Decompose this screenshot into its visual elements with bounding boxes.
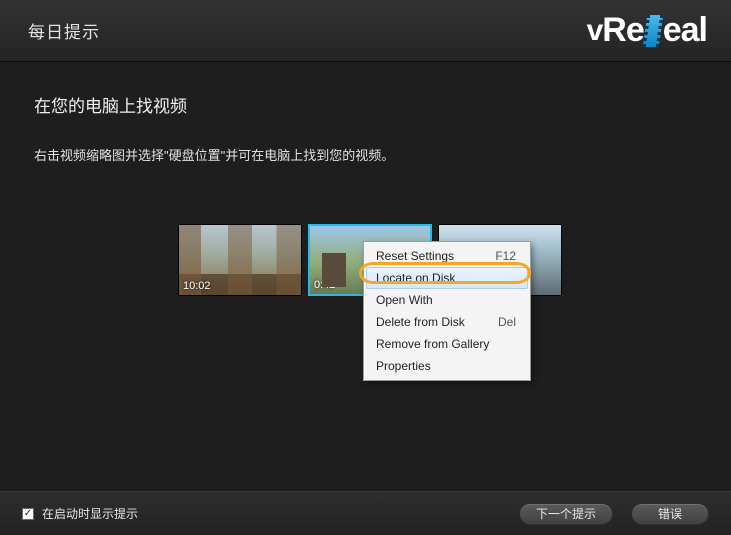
menu-item-label: Reset Settings [376,249,454,263]
menu-item-label: Locate on Disk [376,271,455,285]
menu-item-locate-on-disk[interactable]: Locate on Disk [366,267,528,289]
footer: ✓ 在启动时显示提示 下一个提示 错误 [0,491,731,535]
content-area: 在您的电脑上找视频 右击视频缩略图并选择"硬盘位置"并可在电脑上找到您的视频。 [0,62,731,165]
duration-label: 0:42 [314,279,335,291]
menu-item-label: Delete from Disk [376,315,465,329]
menu-item-shortcut: Del [498,315,516,329]
tip-description: 右击视频缩略图并选择"硬盘位置"并可在电脑上找到您的视频。 [34,147,697,165]
menu-item-label: Open With [376,293,433,307]
menu-item-properties[interactable]: Properties [366,355,528,377]
next-tip-button[interactable]: 下一个提示 [519,503,613,525]
film-strip-icon [642,15,662,47]
menu-item-shortcut: F12 [495,249,516,263]
error-button[interactable]: 错误 [631,503,709,525]
menu-item-open-with[interactable]: Open With [366,289,528,311]
menu-item-remove-from-gallery[interactable]: Remove from Gallery [366,333,528,355]
dialog-title: 每日提示 [28,18,100,43]
header: 每日提示 vReeal [0,0,731,62]
menu-item-reset-settings[interactable]: Reset Settings F12 [366,245,528,267]
context-menu: Reset Settings F12 Locate on Disk Open W… [363,241,531,381]
duration-label: 10:02 [183,280,211,292]
tip-heading: 在您的电脑上找视频 [34,92,697,117]
menu-item-label: Properties [376,359,431,373]
show-on-startup-checkbox[interactable]: ✓ [22,508,34,520]
menu-item-delete-from-disk[interactable]: Delete from Disk Del [366,311,528,333]
show-on-startup-label: 在启动时显示提示 [42,505,138,522]
video-thumbnail[interactable]: 10:02 [178,224,302,296]
app-logo: vReeal [587,11,707,50]
menu-item-label: Remove from Gallery [376,337,489,351]
